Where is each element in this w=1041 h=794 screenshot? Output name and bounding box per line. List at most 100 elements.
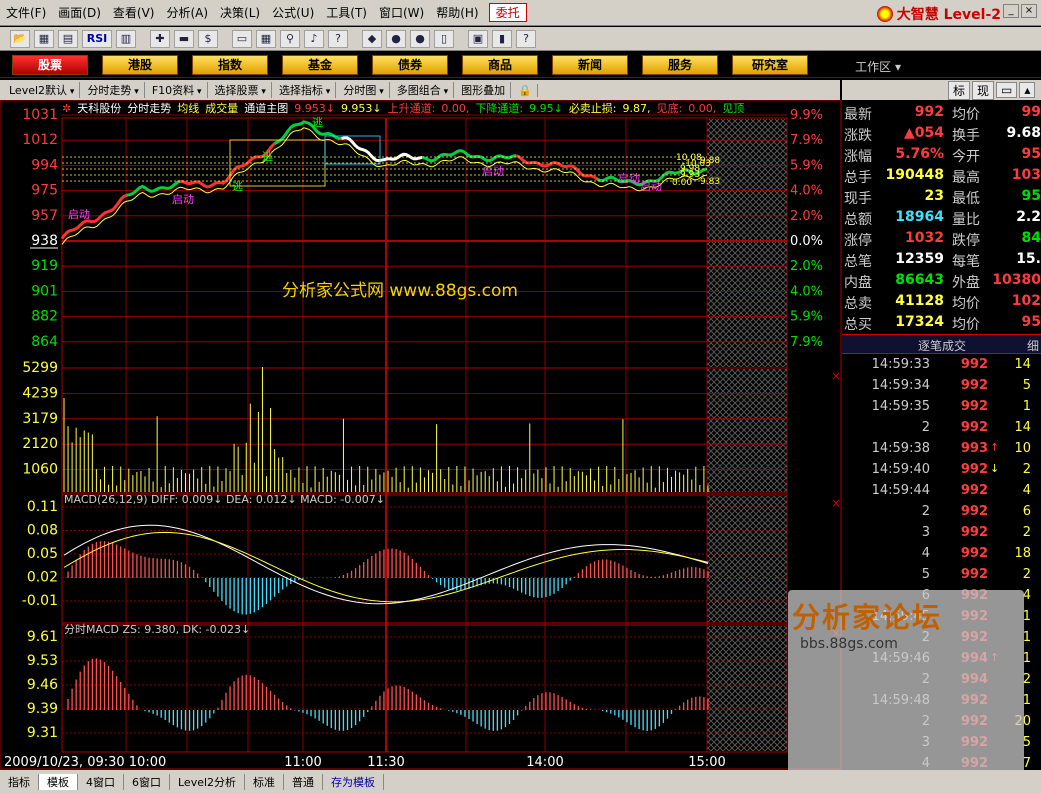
- rsi-icon[interactable]: RSI: [82, 29, 112, 48]
- cash-icon[interactable]: ●: [410, 29, 430, 48]
- menu-item-6[interactable]: 工具(T): [320, 4, 373, 21]
- workzone-label[interactable]: 工作区 ▾: [855, 58, 901, 75]
- pct-tick: 2.0%: [790, 209, 823, 224]
- price-tick: 919: [31, 258, 58, 274]
- close-icon[interactable]: ×: [1021, 4, 1037, 18]
- market-tab-7[interactable]: 服务: [642, 54, 718, 75]
- quote-value: 190448: [885, 167, 944, 183]
- quote-label: 总手: [844, 170, 872, 186]
- bottom-tab-5[interactable]: 标准: [245, 774, 285, 790]
- right-tab-0[interactable]: 标: [948, 80, 971, 100]
- grid-icon[interactable]: ▦: [256, 29, 276, 48]
- sub-tab-6[interactable]: 多图组合: [392, 82, 455, 98]
- market-tab-3[interactable]: 基金: [282, 54, 358, 75]
- market-tab-5[interactable]: 商品: [462, 54, 538, 75]
- market-tab-2[interactable]: 指数: [192, 54, 268, 75]
- quote-label: 内盘: [844, 275, 872, 291]
- quote-value: 1032: [905, 230, 944, 246]
- window-icon[interactable]: ▣: [468, 29, 488, 48]
- chart-icon[interactable]: ▦: [34, 29, 54, 48]
- forum-watermark-url: bbs.88gs.com: [800, 636, 898, 652]
- intraday-chart[interactable]: ×××10319.9%10127.9%9945.9%9754.0%9572.0%…: [0, 100, 842, 770]
- ruler-icon[interactable]: ▬: [174, 29, 194, 48]
- toolbar-separator: [140, 30, 146, 48]
- market-tab-8[interactable]: 研究室: [732, 54, 808, 75]
- quote-value: 9.68: [1006, 125, 1041, 141]
- open-icon[interactable]: 📂: [10, 29, 30, 48]
- legend-view: 分时走势: [127, 102, 172, 115]
- expand-icon[interactable]: ▴: [1019, 82, 1036, 98]
- sub-tab-3[interactable]: 选择股票: [210, 82, 272, 98]
- bottom-tab-2[interactable]: 4窗口: [78, 774, 124, 790]
- legend-bottom-label: 见底:: [656, 102, 683, 115]
- kline-icon[interactable]: ▤: [58, 29, 78, 48]
- trade-list-header-tail[interactable]: 细: [1027, 337, 1039, 354]
- flame-icon[interactable]: ●: [386, 29, 406, 48]
- menu-item-trade[interactable]: 委托: [488, 3, 527, 22]
- quote-value: 84: [1021, 230, 1041, 246]
- cross-icon[interactable]: ✚: [150, 29, 170, 48]
- diamond-icon[interactable]: ◆: [362, 29, 382, 48]
- signal-label: 逃: [312, 116, 323, 129]
- window-controls: _ ×: [1003, 4, 1037, 18]
- menu-item-3[interactable]: 分析(A): [160, 4, 214, 21]
- quote-value: 95: [1021, 188, 1041, 204]
- whatsthis-icon[interactable]: ?: [516, 29, 536, 48]
- price-line-segment: [515, 154, 598, 181]
- legend-stop-val: 9.87,: [622, 102, 651, 115]
- vol-tick: 4239: [22, 385, 58, 401]
- quote-row: 最新 992 均价 99: [844, 104, 1041, 125]
- site-watermark: 分析家公式网 www.88gs.com: [282, 281, 518, 301]
- sub-tab-4[interactable]: 选择指标: [274, 82, 337, 98]
- bottom-tab-3[interactable]: 6窗口: [124, 774, 170, 790]
- menu-item-8[interactable]: 帮助(H): [430, 4, 484, 21]
- books-icon[interactable]: ▮: [492, 29, 512, 48]
- quote-value: 10380: [992, 272, 1041, 288]
- signal-label: 启动: [618, 172, 640, 185]
- menu-item-5[interactable]: 公式(U): [266, 4, 320, 21]
- collapse-icon[interactable]: ▭: [996, 82, 1018, 98]
- zmacd-tick: 9.31: [27, 725, 58, 741]
- menu-item-4[interactable]: 决策(L): [214, 4, 266, 21]
- sub-tab-7[interactable]: 图形叠加: [456, 82, 512, 98]
- table-icon[interactable]: ▥: [116, 29, 136, 48]
- trade-time: 3: [921, 525, 930, 540]
- sub-tab-0[interactable]: Level2默认: [4, 82, 81, 98]
- time-tick: 15:00: [688, 755, 725, 770]
- menu-item-0[interactable]: 文件(F): [0, 4, 52, 21]
- quote-value: 992: [914, 104, 944, 120]
- quote-label: 最新: [844, 107, 872, 123]
- dollar-icon[interactable]: $: [198, 29, 218, 48]
- sub-tab-1[interactable]: 分时走势: [82, 82, 145, 98]
- bottom-tab-7[interactable]: 存为模板: [323, 774, 385, 790]
- trade-volume: 14: [1014, 357, 1031, 372]
- help-icon[interactable]: ?: [328, 29, 348, 48]
- menu-item-1[interactable]: 画面(D): [52, 4, 107, 21]
- market-tab-4[interactable]: 债券: [372, 54, 448, 75]
- legend-star-icon: ✲: [62, 102, 72, 115]
- right-tab-1[interactable]: 现: [972, 80, 995, 100]
- binoculars-icon[interactable]: ⚲: [280, 29, 300, 48]
- sub-tab-5[interactable]: 分时图: [338, 82, 390, 98]
- alarm-icon[interactable]: ♪: [304, 29, 324, 48]
- pct-tick: 4.0%: [790, 184, 823, 199]
- trade-price: 992: [960, 378, 988, 393]
- bottom-tab-0[interactable]: 指标: [0, 774, 39, 790]
- brand-name: 大智慧 Level-2: [896, 7, 1001, 23]
- bottom-tab-4[interactable]: Level2分析: [170, 774, 246, 790]
- menu-item-7[interactable]: 窗口(W): [373, 4, 430, 21]
- lock-icon[interactable]: 🔒: [513, 83, 538, 97]
- sub-tab-2[interactable]: F10资料: [147, 82, 208, 98]
- bottom-tab-1[interactable]: 模板: [39, 774, 78, 790]
- bar-icon[interactable]: ▭: [232, 29, 252, 48]
- time-tick: 11:00: [284, 755, 321, 770]
- minimize-icon[interactable]: _: [1003, 4, 1019, 18]
- market-tab-1[interactable]: 港股: [102, 54, 178, 75]
- pct-tick: 9.9%: [790, 108, 823, 123]
- doc-icon[interactable]: ▯: [434, 29, 454, 48]
- market-tab-0[interactable]: 股票: [12, 54, 88, 75]
- bottom-tab-6[interactable]: 普通: [284, 774, 324, 790]
- market-tab-6[interactable]: 新闻: [552, 54, 628, 75]
- menu-item-2[interactable]: 查看(V): [107, 4, 161, 21]
- quote-label: 换手: [952, 128, 980, 144]
